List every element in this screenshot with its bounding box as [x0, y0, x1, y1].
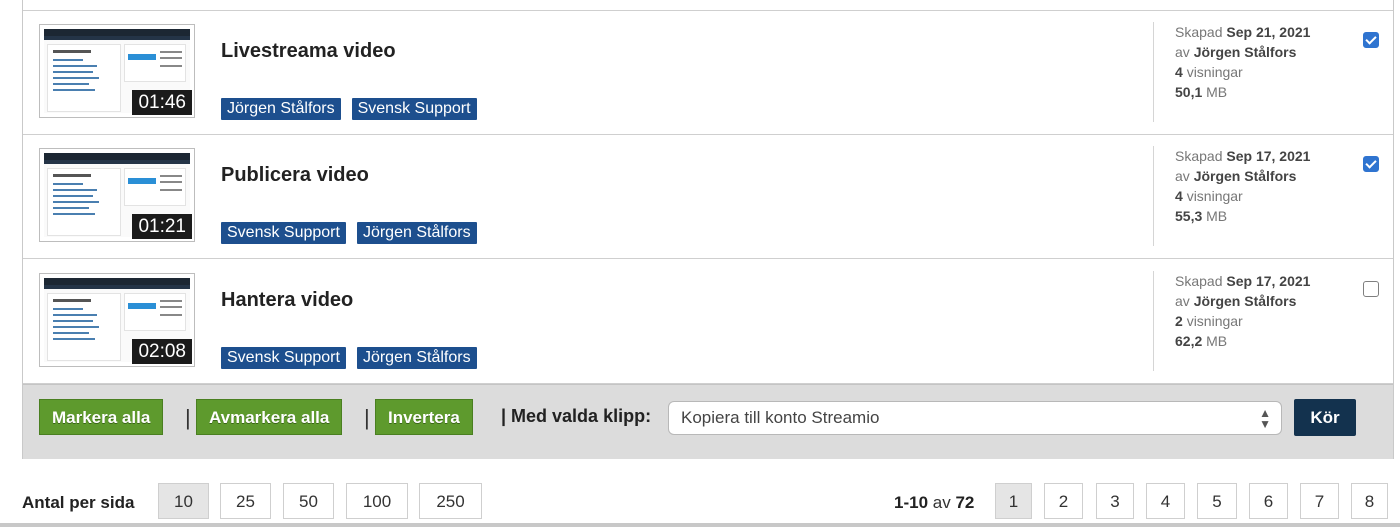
- views-line: 2 visningar: [1175, 311, 1353, 331]
- by-label: av: [1175, 168, 1190, 184]
- created-label: Skapad: [1175, 148, 1223, 164]
- author-name: Jörgen Stålfors: [1193, 168, 1297, 184]
- created-date: Sep 21, 2021: [1226, 24, 1311, 40]
- tag-badge[interactable]: Svensk Support: [351, 98, 477, 120]
- range-text: 1-10: [894, 493, 929, 512]
- video-title[interactable]: Hantera video: [221, 289, 353, 312]
- video-duration: 02:08: [132, 339, 192, 364]
- select-arrows-icon: ▲ ▼: [1259, 406, 1271, 431]
- size-unit: MB: [1206, 333, 1228, 349]
- by-label: av: [1175, 293, 1190, 309]
- created-line: Skapad Sep 17, 2021: [1175, 146, 1353, 166]
- created-date: Sep 17, 2021: [1226, 273, 1311, 289]
- per-page-option[interactable]: 250: [419, 483, 482, 519]
- tag-badge[interactable]: Svensk Support: [221, 222, 346, 244]
- size-line: 55,3 MB: [1175, 206, 1353, 226]
- views-line: 4 visningar: [1175, 186, 1353, 206]
- file-size: 62,2: [1175, 333, 1203, 349]
- video-row: 01:21 Publicera video Svensk Support Jör…: [23, 134, 1393, 259]
- per-page-label: Antal per sida: [22, 493, 135, 512]
- bulk-action-selected-value: Kopiera till konto Streamio: [681, 408, 880, 427]
- separator: |: [364, 405, 370, 430]
- author-line: av Jörgen Stålfors: [1175, 166, 1353, 186]
- video-duration: 01:21: [132, 214, 192, 239]
- per-page-option[interactable]: 50: [283, 483, 334, 519]
- per-page-option[interactable]: 10: [158, 483, 209, 519]
- page-button[interactable]: 8: [1351, 483, 1388, 519]
- page-button[interactable]: 3: [1096, 483, 1134, 519]
- result-range: 1-10 av 72: [894, 493, 974, 513]
- size-unit: MB: [1206, 208, 1228, 224]
- created-label: Skapad: [1175, 273, 1223, 289]
- bottom-edge: [0, 523, 1400, 527]
- size-line: 62,2 MB: [1175, 331, 1353, 351]
- size-unit: MB: [1206, 84, 1228, 100]
- page-button[interactable]: 1: [995, 483, 1032, 519]
- page-button[interactable]: 4: [1146, 483, 1185, 519]
- total-count: 72: [955, 493, 975, 512]
- created-date: Sep 17, 2021: [1226, 148, 1311, 164]
- per-page-option[interactable]: 100: [346, 483, 408, 519]
- video-thumbnail[interactable]: 01:46: [39, 24, 195, 118]
- select-checkbox[interactable]: [1363, 281, 1379, 297]
- select-checkbox[interactable]: [1363, 156, 1379, 172]
- tag-badge[interactable]: Jörgen Stålfors: [356, 347, 477, 369]
- bulk-action-select[interactable]: Kopiera till konto Streamio ▲ ▼: [668, 401, 1282, 435]
- video-tags: Svensk Support Jörgen Stålfors: [221, 222, 477, 244]
- video-thumbnail[interactable]: 01:21: [39, 148, 195, 242]
- tag-badge[interactable]: Svensk Support: [221, 347, 346, 369]
- per-page-option[interactable]: 25: [220, 483, 271, 519]
- deselect-all-button[interactable]: Avmarkera alla: [196, 399, 343, 435]
- created-line: Skapad Sep 17, 2021: [1175, 271, 1353, 291]
- views-line: 4 visningar: [1175, 62, 1353, 82]
- video-meta: Skapad Sep 17, 2021 av Jörgen Stålfors 4…: [1153, 146, 1353, 246]
- select-all-button[interactable]: Markera alla: [39, 399, 164, 435]
- with-selected-label: | Med valda klipp:: [501, 406, 652, 426]
- separator: |: [185, 405, 191, 430]
- video-tags: Svensk Support Jörgen Stålfors: [221, 347, 477, 369]
- created-line: Skapad Sep 21, 2021: [1175, 22, 1353, 42]
- author-line: av Jörgen Stålfors: [1175, 42, 1353, 62]
- size-line: 50,1 MB: [1175, 82, 1353, 102]
- video-thumbnail[interactable]: 02:08: [39, 273, 195, 367]
- author-line: av Jörgen Stålfors: [1175, 291, 1353, 311]
- page-button[interactable]: 2: [1044, 483, 1083, 519]
- video-row: 02:08 Hantera video Svensk Support Jörge…: [23, 259, 1393, 384]
- select-checkbox[interactable]: [1363, 32, 1379, 48]
- video-duration: 01:46: [132, 90, 192, 115]
- views-count: 2: [1175, 313, 1183, 329]
- video-list-panel: 01:46 Livestreama video Jörgen Stålfors …: [22, 0, 1394, 459]
- video-title[interactable]: Livestreama video: [221, 40, 396, 63]
- author-name: Jörgen Stålfors: [1193, 293, 1297, 309]
- file-size: 50,1: [1175, 84, 1203, 100]
- by-label: av: [1175, 44, 1190, 60]
- page-button[interactable]: 6: [1249, 483, 1288, 519]
- video-title[interactable]: Publicera video: [221, 164, 369, 187]
- tag-badge[interactable]: Jörgen Stålfors: [356, 222, 477, 244]
- file-size: 55,3: [1175, 208, 1203, 224]
- views-count: 4: [1175, 64, 1183, 80]
- video-row: 01:46 Livestreama video Jörgen Stålfors …: [23, 10, 1393, 135]
- author-name: Jörgen Stålfors: [1193, 44, 1297, 60]
- video-tags: Jörgen Stålfors Svensk Support: [221, 98, 477, 120]
- page-button[interactable]: 5: [1197, 483, 1237, 519]
- tag-badge[interactable]: Jörgen Stålfors: [221, 98, 341, 120]
- views-label: visningar: [1186, 64, 1243, 80]
- created-label: Skapad: [1175, 24, 1223, 40]
- run-button[interactable]: Kör: [1294, 399, 1356, 436]
- invert-button[interactable]: Invertera: [375, 399, 473, 435]
- bulk-action-bar: Markera alla | Avmarkera alla | Inverter…: [23, 384, 1393, 459]
- views-label: visningar: [1186, 188, 1243, 204]
- pagination-footer: Antal per sida 10 25 50 100 250 1-10 av …: [0, 483, 1400, 523]
- page-button[interactable]: 7: [1300, 483, 1339, 519]
- video-meta: Skapad Sep 17, 2021 av Jörgen Stålfors 2…: [1153, 271, 1353, 371]
- range-of-label: av: [932, 493, 951, 512]
- video-meta: Skapad Sep 21, 2021 av Jörgen Stålfors 4…: [1153, 22, 1353, 122]
- views-label: visningar: [1186, 313, 1243, 329]
- views-count: 4: [1175, 188, 1183, 204]
